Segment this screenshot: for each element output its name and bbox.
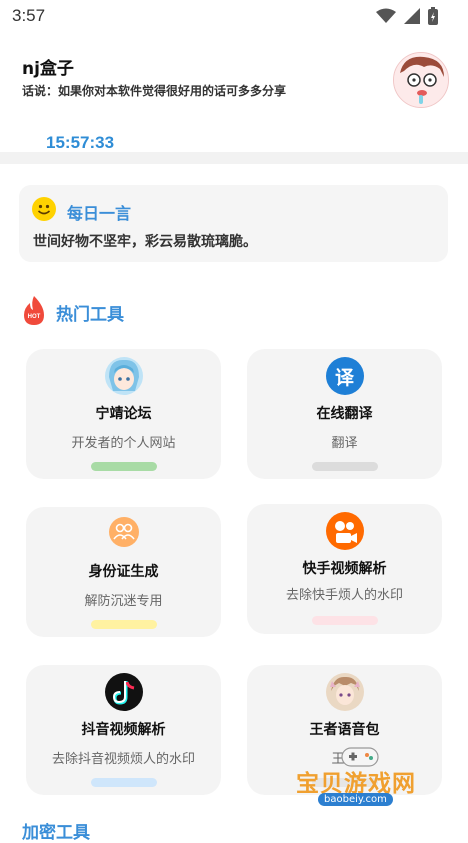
svg-text:HOT: HOT	[28, 314, 41, 320]
tool-accent-bar	[90, 462, 157, 471]
tool-accent-bar	[90, 620, 157, 629]
tool-accent-bar	[90, 778, 157, 787]
tiktok-icon	[104, 673, 143, 711]
status-bar: 3:57	[0, 0, 468, 32]
tool-name: 在线翻译	[316, 406, 373, 422]
divider	[0, 152, 468, 164]
daily-quote-title: 每日一言	[67, 204, 132, 223]
translate-icon: 译	[325, 357, 364, 395]
tool-desc: 去除快手烦人的水印	[285, 588, 403, 603]
battery-icon	[428, 7, 438, 25]
watermark-url: baobeiy.com	[318, 793, 393, 806]
game-character-avatar-icon	[325, 673, 364, 711]
tool-accent-bar	[311, 616, 378, 625]
fire-hot-icon: HOT	[24, 296, 44, 325]
tool-name: 身份证生成	[88, 564, 159, 580]
tool-card-douyin-parser[interactable]: 抖音视频解析 去除抖音视频烦人的水印	[26, 665, 221, 795]
anime-girl-avatar-icon	[104, 357, 143, 395]
tool-card-online-translate[interactable]: 译 在线翻译 翻译	[247, 349, 442, 479]
status-icons	[376, 7, 438, 25]
tool-card-id-generator[interactable]: 身份证生成 解防沉迷专用	[26, 507, 221, 637]
tool-card-kuaishou-parser[interactable]: 快手视频解析 去除快手烦人的水印	[247, 504, 442, 634]
watermark: 宝贝游戏网 baobeiy.com	[290, 747, 440, 820]
tool-name: 王者语音包	[309, 722, 380, 738]
daily-quote-card[interactable]: 每日一言 世间好物不坚牢，彩云易散琉璃脆。	[19, 185, 448, 262]
kuaishou-icon	[325, 512, 364, 550]
tool-card-ningjing-forum[interactable]: 宁靖论坛 开发者的个人网站	[26, 349, 221, 479]
tool-desc: 解防沉迷专用	[84, 594, 163, 609]
app-name: nj盒子	[22, 59, 74, 79]
signal-icon	[404, 8, 420, 24]
daily-quote-text: 世间好物不坚牢，彩云易散琉璃脆。	[33, 234, 257, 250]
tool-name: 快手视频解析	[302, 561, 387, 577]
tool-desc: 去除抖音视频烦人的水印	[51, 752, 195, 767]
tool-desc: 翻译	[331, 436, 358, 451]
wifi-icon	[376, 8, 396, 23]
avatar[interactable]	[393, 52, 449, 108]
status-time: 3:57	[12, 6, 46, 25]
smile-icon	[32, 197, 56, 221]
tool-desc: 开发者的个人网站	[71, 436, 176, 451]
people-icon	[108, 517, 139, 547]
hot-tools-header: HOT 热门工具	[22, 296, 222, 328]
encrypt-tools-title: 加密工具	[22, 823, 90, 843]
tagline: 话说：如果你对本软件觉得很好用的话可多多分享	[22, 84, 287, 98]
tool-name: 抖音视频解析	[81, 722, 166, 738]
tool-accent-bar	[311, 462, 378, 471]
hot-tools-title: 热门工具	[56, 305, 124, 325]
tool-name: 宁靖论坛	[95, 406, 152, 422]
header: nj盒子 话说：如果你对本软件觉得很好用的话可多多分享	[0, 40, 468, 140]
avatar-face-icon	[394, 53, 448, 107]
clock: 15:57:33	[46, 133, 115, 152]
